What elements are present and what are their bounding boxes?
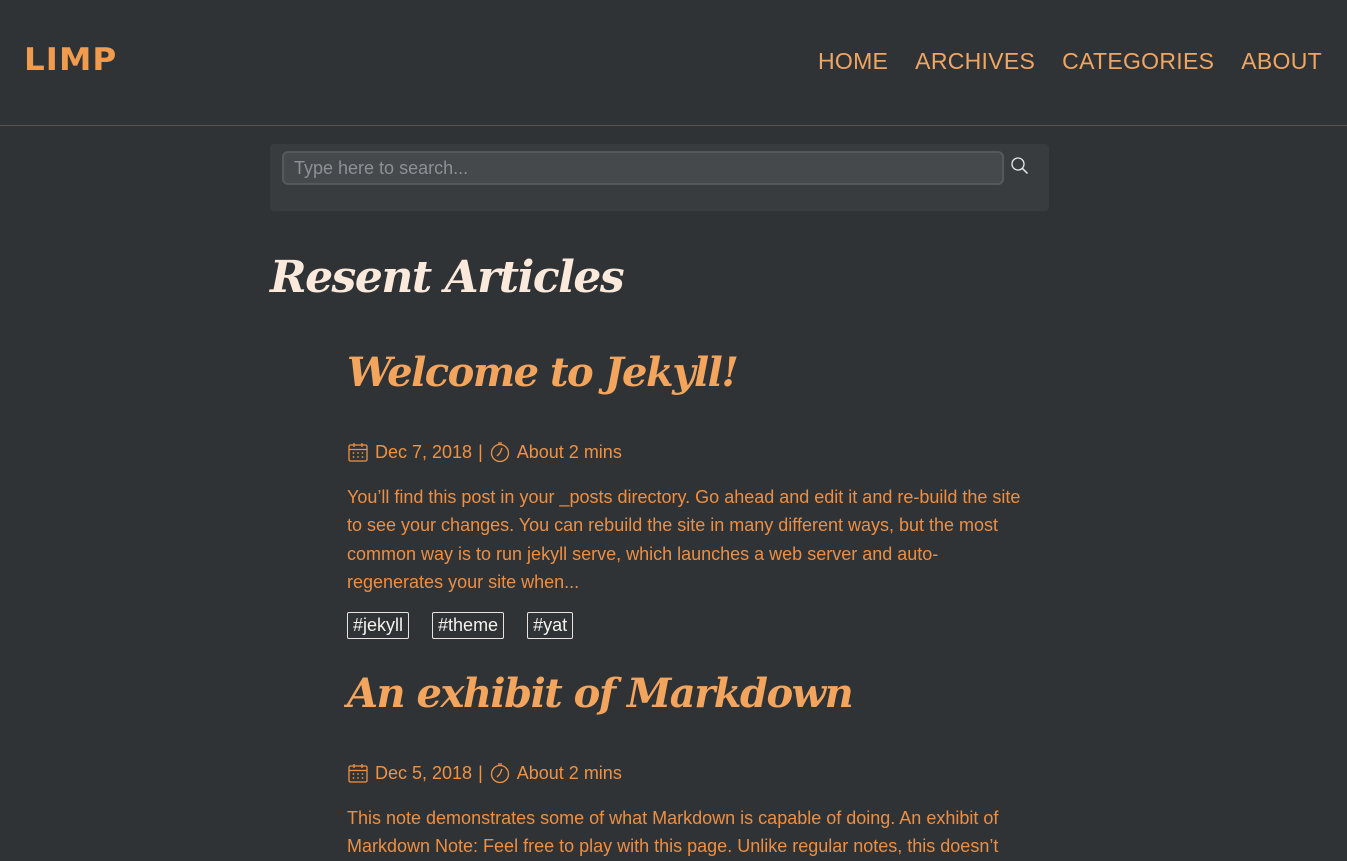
article-meta: Dec 5, 2018 | About 2 mins [347, 761, 1037, 785]
article-card: Welcome to Jekyll! Dec 7, 2018 | About 2… [347, 350, 1037, 640]
nav-home[interactable]: HOME [818, 48, 888, 75]
article-card: An exhibit of Markdown Dec 5, 2018 | Abo… [347, 671, 1037, 861]
search-icon[interactable] [1010, 156, 1032, 178]
calendar-icon [348, 443, 368, 462]
timer-icon [490, 442, 509, 463]
site-logo[interactable]: LIMP [24, 42, 117, 78]
read-time: About 2 mins [516, 441, 622, 462]
meta-separator: | [478, 441, 483, 462]
tag-jekyll[interactable]: #jekyll [347, 612, 410, 640]
article-date: Dec 5, 2018 [375, 762, 473, 783]
calendar-icon [348, 764, 368, 783]
timer-icon [490, 763, 509, 784]
site-header: LIMP HOME ARCHIVES CATEGORIES ABOUT [0, 0, 1347, 126]
article-excerpt: This note demonstrates some of what Mark… [347, 808, 999, 857]
nav-about[interactable]: ABOUT [1241, 48, 1322, 75]
section-title: Resent Articles [270, 252, 625, 303]
search-input[interactable] [282, 151, 1004, 185]
article-title[interactable]: An exhibit of Markdown [347, 671, 1037, 717]
article-excerpt: You’ll find this post in your _posts dir… [347, 487, 1021, 592]
article-date: Dec 7, 2018 [375, 441, 473, 462]
tag-yat[interactable]: #yat [527, 612, 574, 640]
article-meta: Dec 7, 2018 | About 2 mins [347, 440, 1037, 464]
meta-separator: | [478, 762, 483, 783]
article-title[interactable]: Welcome to Jekyll! [347, 350, 1037, 396]
tag-list: #jekyll #theme #yat [347, 612, 1037, 640]
search-panel [270, 144, 1049, 211]
read-time: About 2 mins [516, 762, 622, 783]
tag-theme[interactable]: #theme [432, 612, 505, 640]
main-nav: HOME ARCHIVES CATEGORIES ABOUT [818, 48, 1322, 75]
nav-archives[interactable]: ARCHIVES [915, 48, 1035, 75]
nav-categories[interactable]: CATEGORIES [1062, 48, 1214, 75]
